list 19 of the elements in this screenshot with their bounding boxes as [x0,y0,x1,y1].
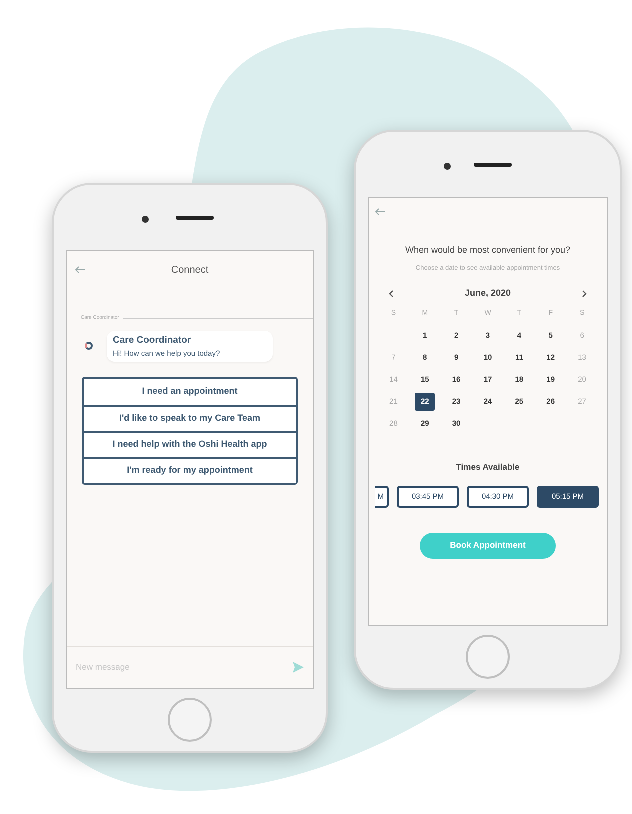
avatar-ring-icon [85,342,93,350]
sender-name: Care Coordinator [113,334,192,348]
screen-title: Connect [170,264,210,278]
month-label: June, 2020 [464,287,512,300]
back-arrow-icon[interactable] [375,208,386,216]
quick-reply-option[interactable]: I need help with the Oshi Health app [84,431,296,457]
quick-reply-option[interactable]: I'd like to speak to my Care Team [84,405,296,431]
send-icon[interactable] [293,662,304,673]
question-heading: When would be most convenient for you? [404,244,572,257]
times-heading: Times Available [455,460,521,474]
back-arrow-icon[interactable] [75,266,86,274]
speaker-slot [474,162,512,166]
chevron-left-icon[interactable] [389,290,394,298]
speaker-slot [176,216,214,220]
chevron-right-icon[interactable] [582,290,587,298]
home-button[interactable] [466,635,510,679]
quick-reply-option[interactable]: I'm ready for my appointment [84,457,296,483]
home-button[interactable] [168,698,212,742]
quick-reply-option[interactable]: I need an appointment [84,379,296,405]
